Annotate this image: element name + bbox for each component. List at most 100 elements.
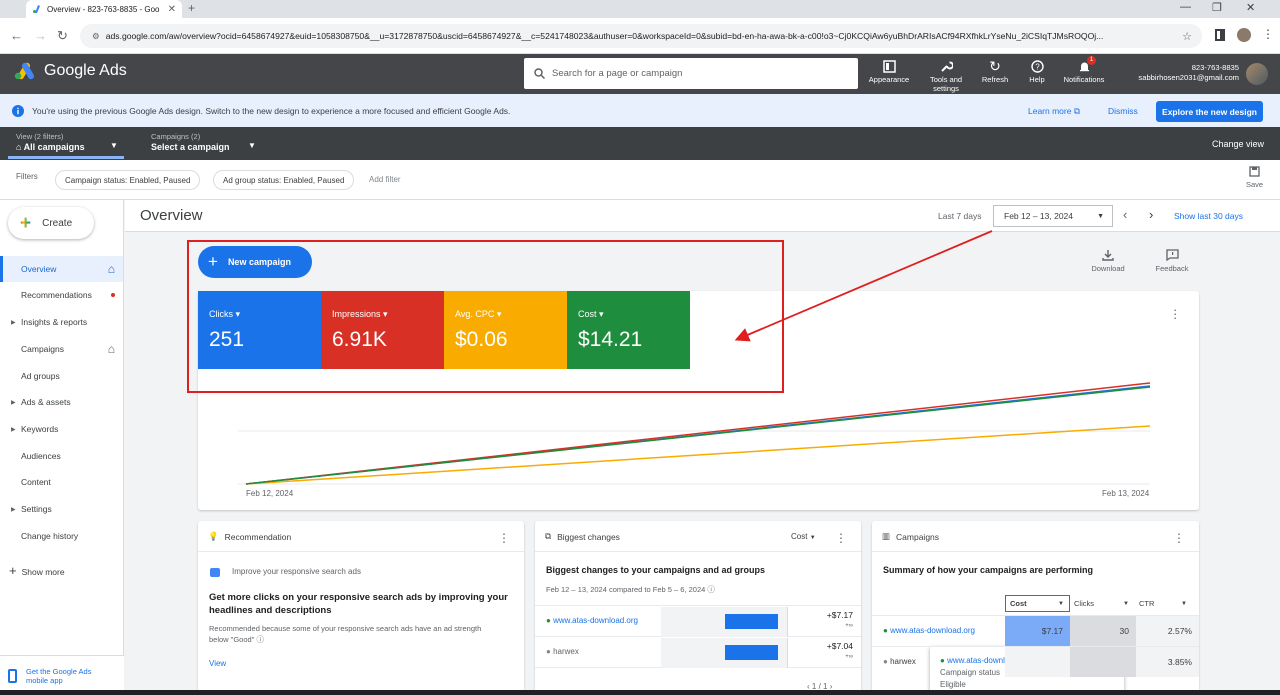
changes-row-sub: +∞	[845, 654, 853, 660]
ad-group-status-filter-chip[interactable]: Ad group status: Enabled, Paused	[213, 170, 355, 190]
new-tab-icon[interactable]: +	[188, 1, 195, 15]
sidebar-item-audiences[interactable]: Audiences	[0, 443, 123, 469]
changes-compare: Feb 12 – 13, 2024 compared to Feb 5 – 6,…	[546, 585, 715, 594]
campaign-selector[interactable]: Campaigns (2) Select a campaign ▼	[151, 131, 259, 153]
change-view-button[interactable]: Change view	[1212, 139, 1264, 149]
changes-headline: Biggest changes to your campaigns and ad…	[546, 565, 766, 575]
home-icon: ⌂	[16, 142, 22, 152]
recommendation-view-link[interactable]: View	[209, 658, 226, 670]
changes-more-icon[interactable]: ⋮	[835, 531, 847, 545]
dropdown-arrow-icon: ▾	[596, 309, 604, 319]
menu-icon[interactable]: ⋮	[1262, 27, 1274, 41]
sidebar-item-insights-reports[interactable]: ▶ Insights & reports	[0, 309, 123, 335]
forward-icon[interactable]: →	[34, 28, 47, 43]
campaign-count: Campaigns (2)	[151, 132, 201, 141]
metric-tile-impressions[interactable]: Impressions ▾ 6.91K	[321, 291, 444, 369]
sidebar-toggle-icon[interactable]	[1215, 29, 1225, 41]
close-window-icon[interactable]: ✕	[1246, 1, 1255, 14]
sidebar-item-ads-assets[interactable]: ▶ Ads & assets	[0, 389, 123, 415]
campaign-selector-label: Select a campaign	[151, 142, 230, 152]
svg-text:?: ?	[1035, 63, 1040, 72]
browser-tab[interactable]: Overview - 823-763-8835 - Goo ✕	[26, 0, 182, 18]
alert-dot-icon	[111, 293, 115, 297]
show-more-label: Show more	[21, 567, 65, 577]
create-button[interactable]: + Create	[8, 207, 94, 239]
bar-chart-icon: ▥	[882, 531, 891, 541]
column-header-ctr[interactable]: CTR ▼	[1138, 595, 1193, 612]
feedback-button[interactable]: Feedback	[1152, 249, 1192, 273]
view-selector[interactable]: View (2 filters) ⌂ All campaigns ▼	[16, 131, 124, 153]
campaign-row-name[interactable]: ● www.atas-download.org	[883, 626, 975, 635]
campaign-cell-clicks	[1070, 647, 1136, 677]
site-info-icon[interactable]: ⚙	[92, 31, 100, 42]
account-info[interactable]: 823-763-8835 sabbirhosen2031@gmail.com	[1114, 63, 1239, 83]
minimize-icon[interactable]: —	[1180, 1, 1191, 13]
show-more-button[interactable]: + Show more	[9, 563, 65, 578]
caret-right-icon: ▶	[11, 319, 16, 326]
url-bar[interactable]: ⚙ ads.google.com/aw/overview?ocid=645867…	[80, 24, 1202, 48]
sidebar-item-content[interactable]: Content	[0, 469, 123, 495]
bookmark-star-icon[interactable]: ☆	[1182, 30, 1192, 43]
metric-tile-avg-cpc[interactable]: Avg. CPC ▾ $0.06	[444, 291, 567, 369]
campaign-status-filter-chip[interactable]: Campaign status: Enabled, Paused	[55, 170, 201, 190]
campaign-cell-clicks: 30	[1070, 616, 1136, 646]
close-tab-icon[interactable]: ✕	[168, 4, 176, 15]
back-icon[interactable]: ←	[10, 28, 23, 43]
profile-icon[interactable]	[1237, 28, 1251, 42]
metric-tile-clicks[interactable]: Clicks ▾ 251	[198, 291, 321, 369]
next-period-icon[interactable]: ›	[1149, 207, 1153, 222]
show-last-30-days-link[interactable]: Show last 30 days	[1174, 211, 1243, 221]
previous-period-icon[interactable]: ‹	[1123, 207, 1127, 222]
refresh-label: Refresh	[981, 75, 1009, 84]
metric-tile-cost[interactable]: Cost ▾ $14.21	[567, 291, 690, 369]
campaign-cell-cost: $7.17	[1005, 616, 1070, 646]
changes-metric-selector[interactable]: Cost ▼	[791, 531, 816, 544]
help-button[interactable]: ? Help	[1021, 58, 1053, 84]
refresh-button[interactable]: ↻ Refresh	[977, 58, 1013, 84]
changes-row[interactable]: ● harwex +$7.04 +∞	[535, 638, 861, 668]
phone-icon	[8, 668, 17, 683]
changes-row-name[interactable]: ● harwex	[546, 647, 579, 656]
page-title: Overview	[140, 207, 203, 224]
add-filter-button[interactable]: Add filter	[369, 175, 401, 184]
avatar[interactable]	[1246, 63, 1268, 85]
changes-bar	[725, 614, 778, 629]
home-icon: ⌂	[107, 262, 115, 276]
search-input[interactable]: Search for a page or campaign	[524, 58, 858, 89]
recommendation-title: Recommendation	[224, 531, 292, 542]
tools-settings-button[interactable]: Tools and settings	[923, 58, 969, 93]
chart-more-options-icon[interactable]: · · ·	[1173, 303, 1177, 324]
save-button[interactable]: Save	[1246, 166, 1263, 189]
learn-more-link[interactable]: Learn more ⧉	[1028, 106, 1080, 117]
maximize-icon[interactable]: ❐	[1212, 1, 1222, 14]
campaigns-more-icon[interactable]: ⋮	[1173, 531, 1185, 545]
explore-new-design-button[interactable]: Explore the new design	[1156, 101, 1263, 122]
sidebar-item-change-history[interactable]: Change history	[0, 523, 123, 549]
sidebar-item-ad-groups[interactable]: Ad groups	[0, 363, 123, 389]
campaign-cell-cost	[1005, 647, 1070, 677]
changes-row-name[interactable]: ● www.atas-download.org	[546, 616, 638, 625]
campaign-row[interactable]: ● harwex 3.85%	[872, 646, 1199, 677]
download-button[interactable]: Download	[1088, 249, 1128, 273]
sidebar-item-settings[interactable]: ▶ Settings	[0, 496, 123, 522]
recommendation-more-icon[interactable]: ⋮	[498, 531, 510, 545]
mobile-app-link[interactable]: Get the Google Ads mobile app	[0, 655, 124, 695]
changes-row[interactable]: ● www.atas-download.org +$7.17 +∞	[535, 607, 861, 637]
campaign-row-name[interactable]: ● harwex	[883, 657, 916, 666]
caret-right-icon: ▶	[11, 426, 16, 433]
column-header-clicks[interactable]: Clicks ▼	[1073, 595, 1135, 612]
sidebar-item-recommendations[interactable]: Recommendations	[0, 282, 123, 308]
biggest-changes-card: ⧉ Biggest changes Cost ▼ ⋮ Biggest change…	[535, 521, 861, 695]
appearance-button[interactable]: Appearance	[866, 58, 912, 84]
reload-icon[interactable]: ↻	[57, 28, 68, 44]
column-header-cost[interactable]: Cost ▼	[1005, 595, 1070, 612]
status-dot-icon: ●	[883, 657, 891, 666]
campaign-row[interactable]: ● www.atas-download.org $7.17 30 2.57%	[872, 615, 1199, 646]
sidebar-item-keywords[interactable]: ▶ Keywords	[0, 416, 123, 442]
notifications-button[interactable]: 1 Notifications	[1058, 56, 1110, 84]
google-ads-logo[interactable]: Google Ads	[14, 62, 127, 80]
sidebar-item-overview[interactable]: Overview ⌂	[0, 256, 123, 282]
dismiss-button[interactable]: Dismiss	[1108, 106, 1138, 116]
sidebar-item-campaigns[interactable]: Campaigns ⌂	[0, 336, 123, 362]
date-range-picker[interactable]: Feb 12 – 13, 2024 ▼	[993, 205, 1113, 227]
